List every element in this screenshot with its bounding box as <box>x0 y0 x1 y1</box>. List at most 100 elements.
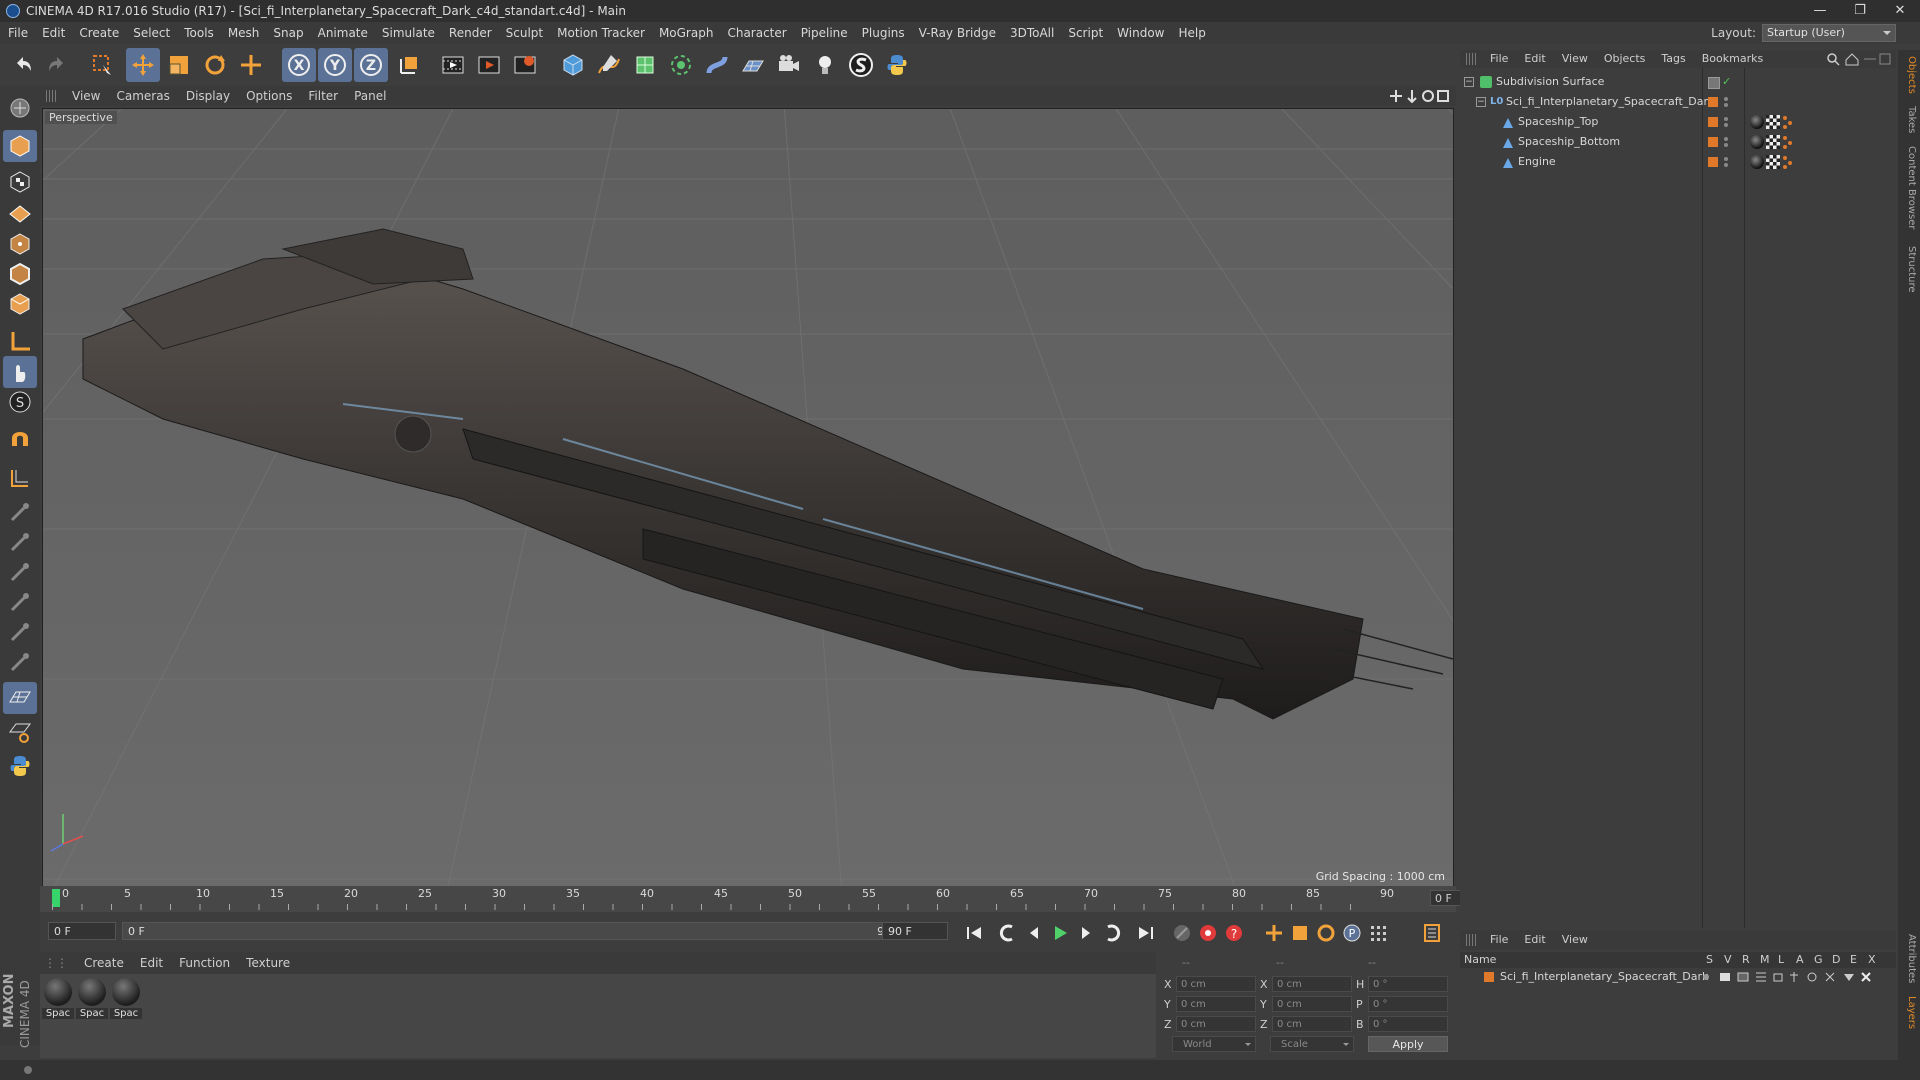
previous-frame-icon[interactable] <box>1022 921 1046 945</box>
move-icon[interactable] <box>126 48 160 82</box>
render-visibility-dot[interactable] <box>1724 163 1728 167</box>
menu-3dtoall[interactable]: 3DToAll <box>1003 22 1061 44</box>
size-mode-dropdown[interactable]: Scale <box>1270 1036 1354 1052</box>
panel-grip-icon[interactable] <box>46 90 58 102</box>
sculpt-brush-icon[interactable] <box>3 496 37 528</box>
render-view-icon[interactable] <box>436 48 470 82</box>
collapse-toggle-icon[interactable]: − <box>1476 97 1486 107</box>
cube-icon[interactable] <box>556 48 590 82</box>
object-row-engine[interactable]: Engine <box>1460 152 1896 172</box>
viewport-camera-label[interactable]: Perspective <box>45 111 117 124</box>
material-tag-icon[interactable] <box>1750 135 1764 149</box>
subdivision-surface-icon[interactable] <box>628 48 662 82</box>
editor-visibility-dot[interactable] <box>1724 117 1728 121</box>
position-x-field[interactable]: 0 cm <box>1176 976 1256 992</box>
objects-menu-file[interactable]: File <box>1482 50 1516 68</box>
record-icon[interactable] <box>1196 921 1220 945</box>
editor-visibility-icon[interactable] <box>1708 77 1720 89</box>
layer-column-name[interactable]: Name <box>1464 952 1496 968</box>
material-swatch[interactable]: Spac <box>110 976 142 1022</box>
selection-tag-icon[interactable] <box>1782 115 1794 129</box>
python-icon[interactable] <box>880 48 914 82</box>
record-off-icon[interactable] <box>1170 921 1194 945</box>
deformer-icon[interactable] <box>700 48 734 82</box>
preview-range-slider[interactable]: 0 F 90 F <box>122 922 914 940</box>
make-editable-icon[interactable] <box>3 92 37 124</box>
layer-toggle-icons[interactable] <box>1700 971 1890 983</box>
undo-icon[interactable] <box>6 48 40 82</box>
layer-column-expressions[interactable]: E <box>1850 952 1857 968</box>
material-tag-icon[interactable] <box>1750 155 1764 169</box>
autokey-icon[interactable]: ? <box>1222 921 1246 945</box>
menu-mograph[interactable]: MoGraph <box>652 22 721 44</box>
layer-column-deformers[interactable]: D <box>1832 952 1840 968</box>
layer-column-solo[interactable]: S <box>1706 952 1713 968</box>
size-z-field[interactable]: 0 cm <box>1272 1016 1352 1032</box>
next-key-icon[interactable] <box>1100 921 1124 945</box>
menu-mesh[interactable]: Mesh <box>221 22 267 44</box>
side-tab-objects[interactable]: Objects <box>1901 56 1917 94</box>
perspective-viewport[interactable]: Perspective Grid Spacing : 1000 cm <box>42 108 1454 888</box>
y-axis-icon[interactable]: Y <box>318 48 352 82</box>
editor-visibility-dot[interactable] <box>1724 97 1728 101</box>
viewport-menu-panel[interactable]: Panel <box>346 86 394 106</box>
menu-window[interactable]: Window <box>1110 22 1171 44</box>
menu-snap[interactable]: Snap <box>266 22 310 44</box>
render-visibility-dot[interactable] <box>1724 143 1728 147</box>
play-icon[interactable] <box>1048 921 1072 945</box>
points-mode-icon[interactable] <box>3 228 37 260</box>
pen-spline-icon[interactable] <box>592 48 626 82</box>
layer-column-locked[interactable]: L <box>1778 952 1784 968</box>
close-button[interactable]: ✕ <box>1880 0 1920 22</box>
menu-script[interactable]: Script <box>1061 22 1110 44</box>
viewport-menu-options[interactable]: Options <box>238 86 300 106</box>
viewport-navigation-icons[interactable] <box>1390 89 1450 103</box>
selection-tag-icon[interactable] <box>1782 155 1794 169</box>
object-row-subdivision-surface[interactable]: − Subdivision Surface ✓ <box>1460 72 1896 92</box>
next-frame-icon[interactable] <box>1074 921 1098 945</box>
sculpt-inflate-icon[interactable] <box>3 616 37 648</box>
menu-pipeline[interactable]: Pipeline <box>794 22 855 44</box>
material-swatch[interactable]: Spac <box>76 976 108 1022</box>
material-tag-icon[interactable] <box>1750 115 1764 129</box>
uvw-tag-icon[interactable] <box>1766 135 1780 149</box>
solo-icon[interactable] <box>3 716 37 748</box>
objects-menu-tags[interactable]: Tags <box>1653 50 1693 68</box>
menu-vray-bridge[interactable]: V-Ray Bridge <box>912 22 1003 44</box>
key-position-icon[interactable] <box>1262 921 1286 945</box>
layer-color-swatch[interactable] <box>1708 137 1718 147</box>
edges-mode-icon[interactable] <box>3 258 37 290</box>
position-z-field[interactable]: 0 cm <box>1176 1016 1256 1032</box>
snap-icon[interactable]: S <box>3 386 37 418</box>
rotate-icon[interactable] <box>198 48 232 82</box>
object-row-spaceship-bottom[interactable]: Spaceship_Bottom <box>1460 132 1896 152</box>
python-script-icon[interactable] <box>3 750 37 782</box>
viewport-menu-view[interactable]: View <box>64 86 108 106</box>
array-icon[interactable] <box>664 48 698 82</box>
light-icon[interactable] <box>808 48 842 82</box>
menu-file[interactable]: File <box>0 22 35 44</box>
workplane-icon[interactable] <box>3 196 37 228</box>
layer-column-manager[interactable]: M <box>1760 952 1770 968</box>
material-menu-create[interactable]: Create <box>76 952 132 974</box>
floor-icon[interactable] <box>736 48 770 82</box>
model-mode-icon[interactable] <box>3 130 37 162</box>
render-picture-viewer-icon[interactable] <box>472 48 506 82</box>
texture-mode-icon[interactable] <box>3 166 37 198</box>
enabled-check-icon[interactable]: ✓ <box>1722 76 1734 88</box>
layers-menu-file[interactable]: File <box>1482 930 1516 950</box>
panel-grip-icon[interactable] <box>1466 934 1478 946</box>
editor-visibility-dot[interactable] <box>1724 137 1728 141</box>
object-manager-tools[interactable] <box>1826 52 1892 66</box>
menu-plugins[interactable]: Plugins <box>855 22 912 44</box>
timeline-window-icon[interactable] <box>1420 921 1444 945</box>
layer-row[interactable]: Sci_fi_Interplanetary_Spacecraft_Dark <box>1460 968 1896 986</box>
menu-character[interactable]: Character <box>720 22 793 44</box>
go-to-start-icon[interactable] <box>962 921 986 945</box>
key-scale-icon[interactable] <box>1288 921 1312 945</box>
material-swatch[interactable]: Spac <box>42 976 74 1022</box>
collapse-toggle-icon[interactable]: − <box>1464 77 1474 87</box>
layers-menu-edit[interactable]: Edit <box>1516 930 1553 950</box>
menu-sculpt[interactable]: Sculpt <box>499 22 550 44</box>
previous-key-icon[interactable] <box>996 921 1020 945</box>
